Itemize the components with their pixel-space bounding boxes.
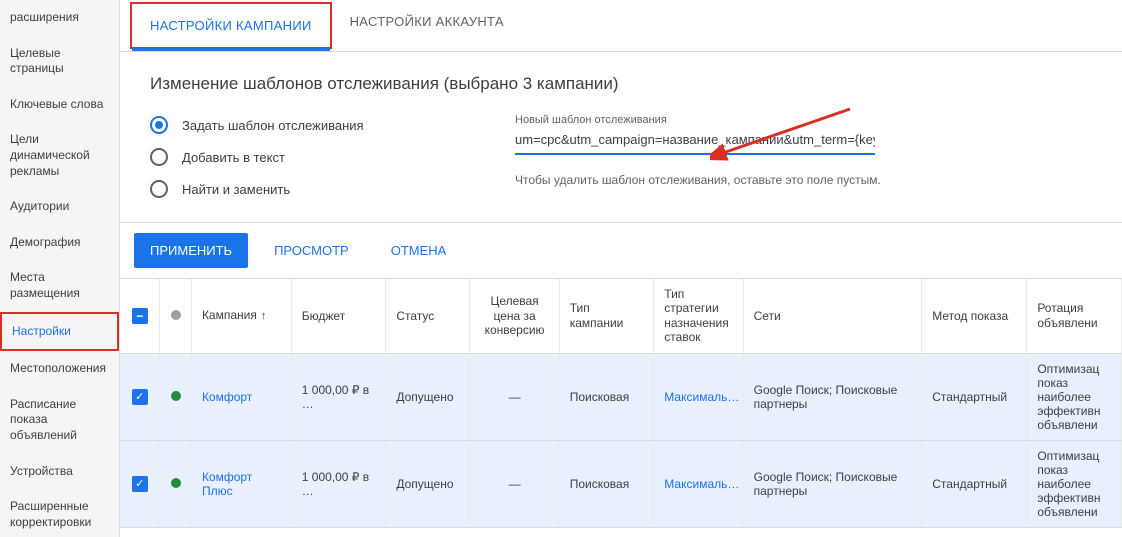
sort-asc-icon: ↑ — [261, 310, 267, 322]
cell-budget: 1 000,00 ₽ в … — [291, 440, 386, 527]
status-enabled-icon — [171, 478, 181, 488]
radio-label: Найти и заменить — [182, 182, 290, 197]
sidebar-item-audiences[interactable]: Аудитории — [0, 189, 119, 225]
select-all-checkbox[interactable]: − — [132, 308, 148, 324]
sidebar-item-locations[interactable]: Местоположения — [0, 351, 119, 387]
sidebar-item-keywords[interactable]: Ключевые слова — [0, 87, 119, 123]
radio-icon — [150, 148, 168, 166]
col-strategy[interactable]: Тип стратегии назначения ставок — [654, 279, 743, 353]
tab-campaign-settings[interactable]: НАСТРОЙКИ КАМПАНИИ — [130, 2, 332, 49]
row-checkbox[interactable]: ✓ — [132, 389, 148, 405]
radio-label: Добавить в текст — [182, 150, 285, 165]
template-hint: Чтобы удалить шаблон отслеживания, остав… — [515, 173, 885, 187]
cell-rotation: Оптимизац показ наиболее эффективн объяв… — [1027, 353, 1122, 440]
sidebar-item-extensions[interactable]: расширения — [0, 0, 119, 36]
cell-method: Стандартный — [922, 440, 1027, 527]
col-target-cpa[interactable]: Целевая цена за конверсию — [470, 279, 559, 353]
template-field-label: Новый шаблон отслеживания — [515, 114, 885, 126]
tab-account-settings[interactable]: НАСТРОЙКИ АККАУНТА — [332, 0, 522, 51]
cell-type: Поисковая — [559, 440, 654, 527]
col-type[interactable]: Тип кампании — [559, 279, 654, 353]
cell-networks: Google Поиск; Поисковые партнеры — [743, 353, 922, 440]
campaign-link[interactable]: Комфорт Плюс — [202, 470, 252, 498]
tracking-template-input[interactable] — [515, 128, 875, 155]
cell-status: Допущено — [386, 353, 470, 440]
strategy-link[interactable]: Максималь… — [664, 390, 739, 404]
col-campaign[interactable]: Кампания↑ — [191, 279, 291, 353]
table-row[interactable]: ✓ Комфорт 1 000,00 ₽ в … Допущено — Поис… — [120, 353, 1122, 440]
row-checkbox[interactable]: ✓ — [132, 476, 148, 492]
tabs: НАСТРОЙКИ КАМПАНИИ НАСТРОЙКИ АККАУНТА — [120, 0, 1122, 52]
apply-button[interactable]: ПРИМЕНИТЬ — [134, 233, 248, 268]
status-enabled-icon — [171, 391, 181, 401]
cell-cpa: — — [470, 353, 559, 440]
col-method[interactable]: Метод показа — [922, 279, 1027, 353]
cell-status: Допущено — [386, 440, 470, 527]
col-budget[interactable]: Бюджет — [291, 279, 386, 353]
cell-method: Стандартный — [922, 353, 1027, 440]
action-bar: ПРИМЕНИТЬ ПРОСМОТР ОТМЕНА — [120, 222, 1122, 278]
campaign-link[interactable]: Комфорт — [202, 390, 252, 404]
col-networks[interactable]: Сети — [743, 279, 922, 353]
sidebar-item-demographics[interactable]: Демография — [0, 225, 119, 261]
radio-icon — [150, 180, 168, 198]
radio-label: Задать шаблон отслеживания — [182, 118, 364, 133]
col-rotation[interactable]: Ротация объявлени — [1027, 279, 1122, 353]
sidebar-item-placements[interactable]: Места размещения — [0, 260, 119, 311]
table-row[interactable]: ✓ Комфорт Плюс 1 000,00 ₽ в … Допущено —… — [120, 440, 1122, 527]
cell-networks: Google Поиск; Поисковые партнеры — [743, 440, 922, 527]
sidebar-item-advanced-bid[interactable]: Расширенные корректировки — [0, 489, 119, 537]
edit-panel: Изменение шаблонов отслеживания (выбрано… — [120, 52, 1122, 222]
cancel-button[interactable]: ОТМЕНА — [375, 233, 463, 268]
col-status[interactable]: Статус — [386, 279, 470, 353]
sidebar: расширения Целевые страницы Ключевые сло… — [0, 0, 120, 537]
radio-icon — [150, 116, 168, 134]
sidebar-item-settings[interactable]: Настройки — [0, 312, 119, 352]
cell-cpa: — — [470, 440, 559, 527]
strategy-link[interactable]: Максималь… — [664, 477, 739, 491]
campaigns-table: − Кампания↑ Бюджет Статус Целевая цена з… — [120, 278, 1122, 537]
sidebar-item-ad-schedule[interactable]: Расписание показа объявлений — [0, 387, 119, 454]
preview-button[interactable]: ПРОСМОТР — [258, 233, 365, 268]
sidebar-item-dsa-targets[interactable]: Цели динамической рекламы — [0, 122, 119, 189]
cell-rotation: Оптимизац показ наиболее эффективн объяв… — [1027, 440, 1122, 527]
status-dot-header-icon — [171, 310, 181, 320]
panel-title: Изменение шаблонов отслеживания (выбрано… — [150, 74, 1092, 94]
cell-budget: 1 000,00 ₽ в … — [291, 353, 386, 440]
sidebar-item-devices[interactable]: Устройства — [0, 454, 119, 490]
cell-type: Поисковая — [559, 353, 654, 440]
sidebar-item-landing-pages[interactable]: Целевые страницы — [0, 36, 119, 87]
